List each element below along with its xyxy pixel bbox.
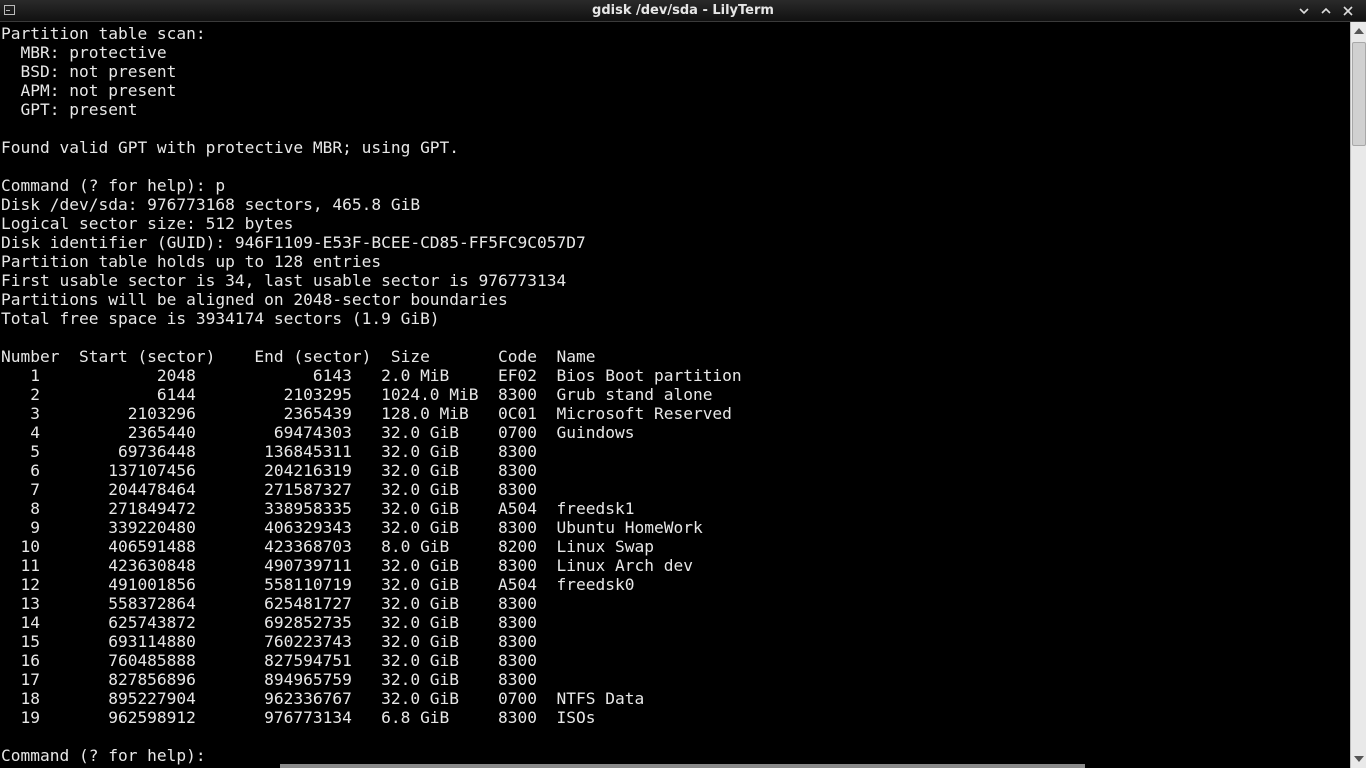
terminal-line: 18 895227904 962336767 32.0 GiB 0700 NTF…	[1, 689, 645, 708]
scroll-up-icon[interactable]	[1354, 28, 1364, 34]
scroll-down-icon[interactable]	[1354, 756, 1364, 762]
terminal-line: Total free space is 3934174 sectors (1.9…	[1, 309, 440, 328]
terminal-window: gdisk /dev/sda - LilyTerm Partition tabl…	[0, 0, 1366, 768]
terminal-line: 9 339220480 406329343 32.0 GiB 8300 Ubun…	[1, 518, 703, 537]
terminal-line: Partitions will be aligned on 2048-secto…	[1, 290, 508, 309]
terminal-line: 12 491001856 558110719 32.0 GiB A504 fre…	[1, 575, 635, 594]
terminal-line: First usable sector is 34, last usable s…	[1, 271, 567, 290]
terminal-line: 17 827856896 894965759 32.0 GiB 8300	[1, 670, 557, 689]
terminal-line: Command (? for help): p	[1, 176, 226, 195]
terminal-line: 4 2365440 69474303 32.0 GiB 0700 Guindow…	[1, 423, 635, 442]
close-button[interactable]	[1337, 0, 1359, 22]
title-bar[interactable]: gdisk /dev/sda - LilyTerm	[0, 0, 1366, 22]
terminal-line: 7 204478464 271587327 32.0 GiB 8300	[1, 480, 557, 499]
chevron-down-icon	[1299, 8, 1309, 15]
terminal-line: GPT: present	[1, 100, 138, 119]
terminal-line: 8 271849472 338958335 32.0 GiB A504 free…	[1, 499, 635, 518]
horizontal-scroll-indicator	[280, 764, 1085, 768]
terminal-line: 5 69736448 136845311 32.0 GiB 8300	[1, 442, 557, 461]
terminal-line: 11 423630848 490739711 32.0 GiB 8300 Lin…	[1, 556, 693, 575]
terminal-line: 3 2103296 2365439 128.0 MiB 0C01 Microso…	[1, 404, 732, 423]
window-title: gdisk /dev/sda - LilyTerm	[592, 3, 774, 18]
terminal-line: Number Start (sector) End (sector) Size …	[1, 347, 596, 366]
terminal-output[interactable]: Partition table scan: MBR: protective BS…	[0, 22, 1350, 768]
terminal-line: 2 6144 2103295 1024.0 MiB 8300 Grub stan…	[1, 385, 713, 404]
vertical-scrollbar[interactable]	[1350, 22, 1366, 768]
terminal-line: APM: not present	[1, 81, 177, 100]
terminal-line: Disk identifier (GUID): 946F1109-E53F-BC…	[1, 233, 586, 252]
terminal-line: 13 558372864 625481727 32.0 GiB 8300	[1, 594, 557, 613]
maximize-button[interactable]	[1315, 0, 1337, 22]
terminal-line: Disk /dev/sda: 976773168 sectors, 465.8 …	[1, 195, 421, 214]
terminal-line: 19 962598912 976773134 6.8 GiB 8300 ISOs	[1, 708, 596, 727]
close-icon	[1343, 6, 1353, 16]
terminal-line: 10 406591488 423368703 8.0 GiB 8200 Linu…	[1, 537, 654, 556]
terminal-line: Found valid GPT with protective MBR; usi…	[1, 138, 460, 157]
terminal-line: 14 625743872 692852735 32.0 GiB 8300	[1, 613, 557, 632]
minimize-button[interactable]	[1293, 0, 1315, 22]
terminal-line: 1 2048 6143 2.0 MiB EF02 Bios Boot parti…	[1, 366, 742, 385]
chevron-up-icon	[1321, 7, 1331, 14]
terminal-line: Command (? for help):	[1, 746, 216, 765]
terminal-line: Logical sector size: 512 bytes	[1, 214, 294, 233]
terminal-line: 15 693114880 760223743 32.0 GiB 8300	[1, 632, 557, 651]
scrollbar-thumb[interactable]	[1352, 42, 1366, 146]
terminal-text: Partition table scan: MBR: protective BS…	[0, 22, 1350, 765]
terminal-line: BSD: not present	[1, 62, 177, 81]
terminal-line: Partition table holds up to 128 entries	[1, 252, 382, 271]
terminal-line: MBR: protective	[1, 43, 167, 62]
terminal-line: Partition table scan:	[1, 24, 206, 43]
terminal-line: 16 760485888 827594751 32.0 GiB 8300	[1, 651, 557, 670]
terminal-line: 6 137107456 204216319 32.0 GiB 8300	[1, 461, 557, 480]
